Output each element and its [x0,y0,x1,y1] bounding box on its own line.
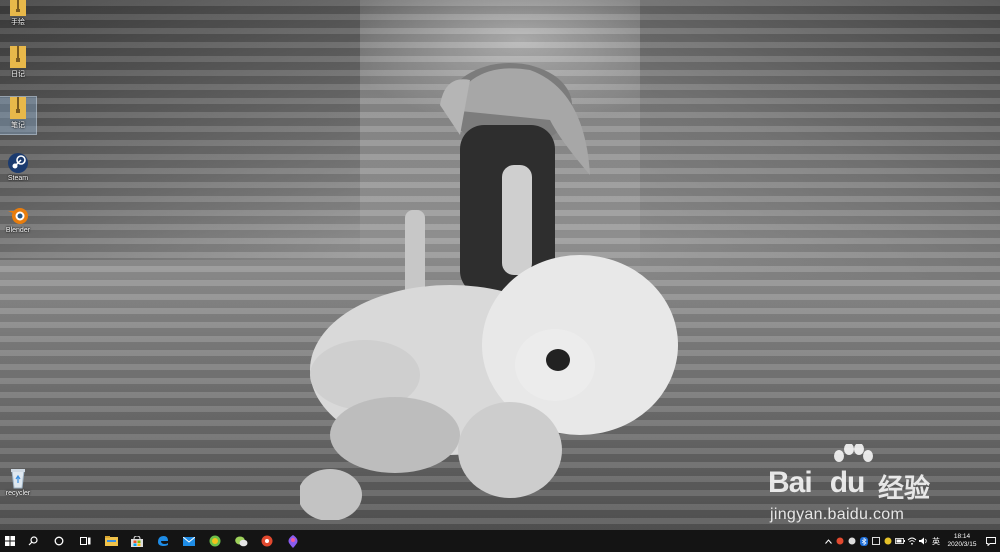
desktop-icon-手绘[interactable]: 手绘 [0,0,36,27]
volume-icon [919,537,927,545]
file-explorer-icon [104,536,118,546]
desktop-icon-日记[interactable]: 日记 [0,46,36,79]
cortana-icon [54,536,64,546]
clock-time: 18:14 [953,533,971,540]
cortana-button[interactable] [46,530,72,552]
zip-folder-icon [10,46,26,68]
blender-icon [8,208,28,224]
task-view-button[interactable] [72,530,98,552]
chevron-up-icon [824,538,832,544]
task-view-icon [79,537,90,545]
clock-date: 2020/3/15 [947,541,977,548]
tray-app-3[interactable] [870,530,882,552]
app-red-icon [261,535,273,547]
taskbar: 英 18:14 2020/3/15 [0,530,1000,552]
watermark-cn: 经验 [878,473,931,503]
zip-folder-icon [10,0,26,16]
tray-app-icon [872,537,880,545]
desktop-icon-steam[interactable]: Steam [0,152,36,182]
taskbar-clock[interactable]: 18:14 2020/3/15 [942,533,982,549]
desktop-icon-label: Blender [5,227,31,234]
zip-folder-icon [10,97,26,119]
watermark-url: jingyan.baidu.com [770,506,905,523]
ime-indicator[interactable]: 英 [930,530,942,552]
desktop-icon-label: 日记 [11,71,25,78]
search-button[interactable] [20,530,46,552]
desktop-icon-label: 笔记 [11,122,25,129]
tray-app-icon [884,537,892,545]
notification-icon [986,536,996,546]
tray-app-icon [836,537,844,545]
app-red-button[interactable] [254,530,280,552]
desktop-icon-label: recycler [5,490,31,497]
bluetooth-tray[interactable] [858,530,870,552]
network-tray[interactable] [906,530,918,552]
desktop-icon-recycler[interactable]: recycler [0,467,36,497]
tray-app-1[interactable] [834,530,846,552]
show-hidden-icons-button[interactable] [822,530,834,552]
tray-app-4[interactable] [882,530,894,552]
edge-icon [158,536,168,546]
search-icon [28,536,38,546]
desktop-icon-笔记[interactable]: 笔记 [0,96,37,135]
wallpaper-teddy-lion [300,255,678,520]
store-button[interactable] [124,530,150,552]
battery-tray[interactable] [894,530,906,552]
desktop-icon-blender[interactable]: Blender [0,204,36,234]
edge-button[interactable] [150,530,176,552]
desktop-icon-label: Steam [7,175,29,182]
wifi-icon [907,537,917,545]
battery-icon [895,538,905,544]
wechat-button[interactable] [228,530,254,552]
360-browser-button[interactable] [202,530,228,552]
mail-button[interactable] [176,530,202,552]
bluetooth-icon [860,536,868,546]
watermark-brand: Bai du [768,466,865,499]
file-explorer-button[interactable] [98,530,124,552]
app-paint-button[interactable] [280,530,306,552]
wechat-icon [234,536,247,546]
volume-tray[interactable] [918,530,930,552]
store-icon [131,535,143,547]
tray-app-icon [848,537,856,545]
recycle-bin-icon [11,469,25,489]
app-paint-icon [288,534,298,548]
baidu-jingyan-watermark: Bai du 经验 jingyan.baidu.com [768,440,958,530]
tray-app-2[interactable] [846,530,858,552]
start-button[interactable] [0,530,20,552]
action-center-button[interactable] [982,530,1000,552]
mail-icon [183,536,195,546]
system-tray: 英 18:14 2020/3/15 [822,530,1000,552]
desktop-icon-label: 手绘 [11,19,25,26]
start-icon [5,536,15,546]
360-browser-icon [209,535,221,547]
steam-icon [8,153,28,173]
